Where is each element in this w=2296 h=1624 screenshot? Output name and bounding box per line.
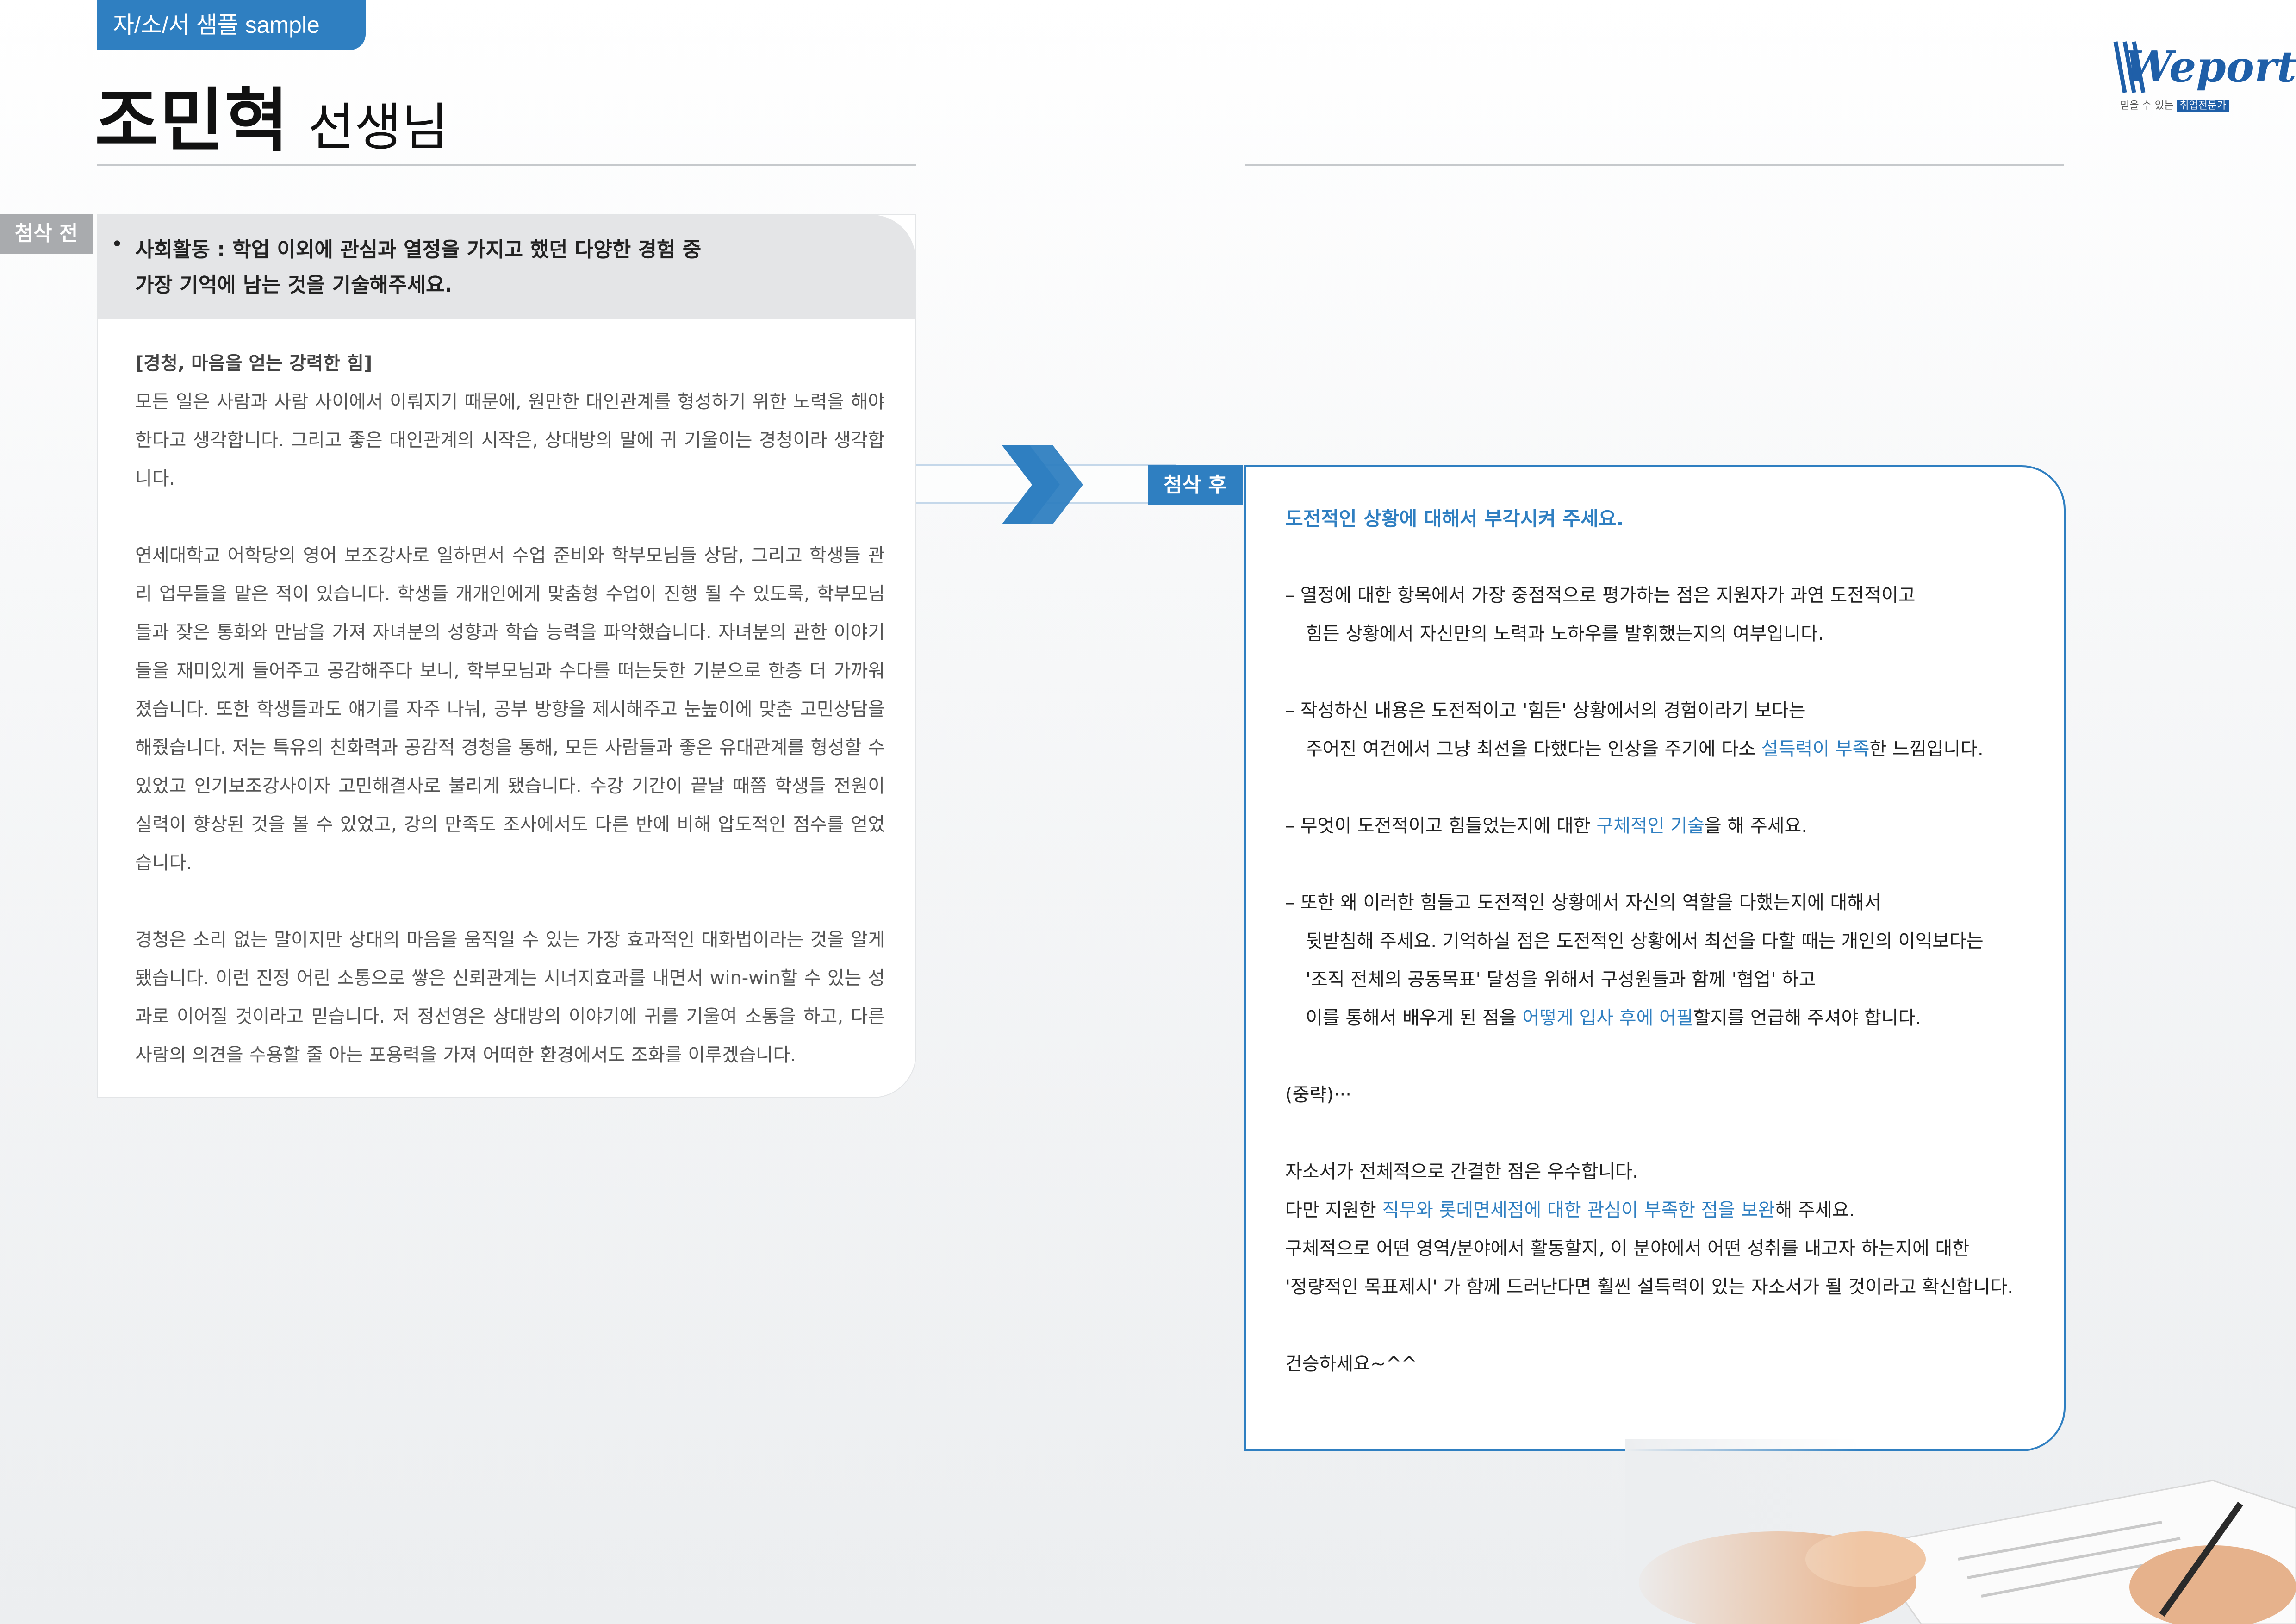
feedback-item: – 또한 왜 이러한 힘들고 도전적인 상황에서 자신의 역할을 다했는지에 대… bbox=[1285, 892, 1984, 1029]
question-text: 사회활동 : 학업 이외에 관심과 열정을 가지고 했던 다양한 경험 중 가장… bbox=[135, 238, 702, 297]
page-title: 조민혁 선생님 bbox=[95, 65, 448, 165]
feedback-item: – 작성하신 내용은 도전적이고 '힘든' 상황에서의 경험이라기 보다는 주어… bbox=[1285, 700, 1984, 760]
teacher-suffix: 선생님 bbox=[308, 98, 448, 157]
essay-paragraph: 연세대학교 어학당의 영어 보조강사로 일하면서 수업 준비와 학부모님들 상담… bbox=[135, 545, 885, 874]
writing-hands-image bbox=[1625, 1439, 2296, 1624]
double-arrow-icon bbox=[1002, 445, 1083, 524]
logo-tagline: 믿을 수 있는 취업전문가 bbox=[2120, 97, 2229, 112]
sample-tag: 자/소/서 샘플 sample bbox=[97, 0, 366, 50]
feedback-item: – 무엇이 도전적이고 힘들었는지에 대한 구체적인 기술을 해 주세요. bbox=[1285, 815, 1808, 837]
bullet-icon: • bbox=[111, 232, 123, 256]
after-panel: 도전적인 상황에 대해서 부각시켜 주세요. – 열정에 대한 항목에서 가장 … bbox=[1244, 465, 2066, 1451]
essay-paragraph: 경청은 소리 없는 말이지만 상대의 마음을 움직일 수 있는 가장 효과적인 … bbox=[135, 929, 885, 1066]
feedback-text: 도전적인 상황에 대해서 부각시켜 주세요. – 열정에 대한 항목에서 가장 … bbox=[1285, 500, 2044, 1422]
essay-paragraph: 모든 일은 사람과 사람 사이에서 이뤄지기 때문에, 원만한 대인관계를 형성… bbox=[135, 391, 885, 489]
essay-heading: [경청, 마음을 얻는 강력한 힘] bbox=[135, 353, 373, 374]
signoff: 건승하세요~^^ bbox=[1285, 1353, 1417, 1374]
weport-logo: Weport 믿을 수 있는 취업전문가 bbox=[2111, 28, 2296, 116]
closing-remarks: 자소서가 전체적으로 간결한 점은 우수합니다. 다만 지원한 직무와 롯데면세… bbox=[1285, 1161, 2013, 1298]
before-panel: • 사회활동 : 학업 이외에 관심과 열정을 가지고 했던 다양한 경험 중 … bbox=[97, 214, 916, 1098]
logo-wordmark: Weport bbox=[2125, 42, 2296, 92]
essay-original: [경청, 마음을 얻는 강력한 힘] 모든 일은 사람과 사람 사이에서 이뤄지… bbox=[135, 344, 885, 1097]
before-label: 첨삭 전 bbox=[0, 214, 93, 254]
feedback-item: – 열정에 대한 항목에서 가장 중점적으로 평가하는 점은 지원자가 과연 도… bbox=[1285, 585, 1916, 644]
after-label: 첨삭 후 bbox=[1148, 465, 1243, 505]
feedback-lead: 도전적인 상황에 대해서 부각시켜 주세요. bbox=[1285, 507, 1624, 530]
teacher-name: 조민혁 bbox=[95, 81, 290, 162]
title-divider-right bbox=[1245, 164, 2064, 166]
title-divider-left bbox=[97, 164, 916, 166]
question-box: • 사회활동 : 학업 이외에 관심과 열정을 가지고 했던 다양한 경험 중 … bbox=[98, 215, 915, 319]
omitted-marker: (중략)··· bbox=[1285, 1084, 1351, 1106]
